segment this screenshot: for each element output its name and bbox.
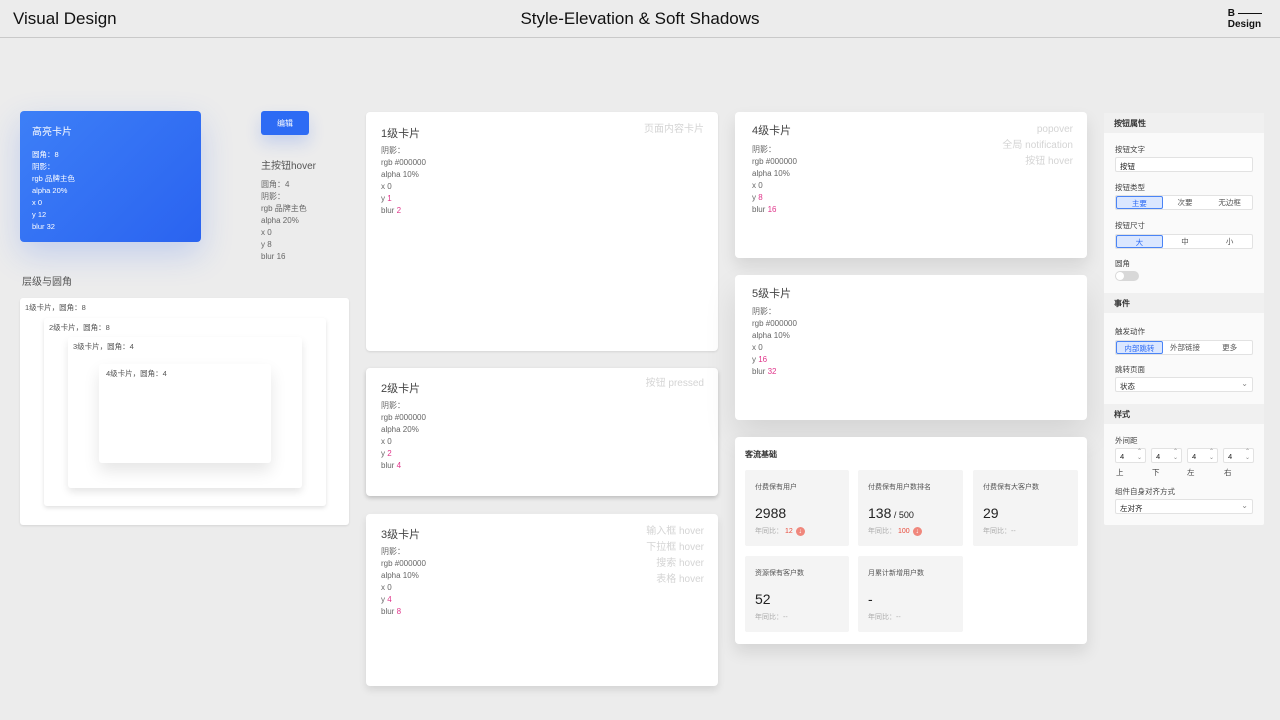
highlight-card[interactable]: 高亮卡片 圆角：8 阴影： rgb 品牌主色 alpha 20% x 0 y 1… [20, 111, 201, 242]
field-label: 外间距 [1115, 436, 1138, 445]
highlight-card-title: 高亮卡片 [32, 127, 72, 138]
card-usage-note: 按钮 pressed [645, 378, 704, 389]
arrow-down-icon: ↓ [795, 526, 805, 536]
trigger-option-more[interactable]: 更多 [1207, 341, 1252, 354]
margin-side-label: 下 [1152, 468, 1160, 477]
nesting-section-title: 层级与圆角 [22, 277, 72, 288]
jump-page-select[interactable]: 状态 ⌄ [1115, 377, 1253, 392]
stepper-arrows-icon: ⌃ ⌄ [1172, 449, 1178, 461]
field-label: 按钮文字 [1115, 145, 1145, 154]
radius-toggle[interactable] [1115, 271, 1139, 281]
section-header: 按钮属性 [1104, 113, 1264, 133]
edit-button[interactable]: 编辑 [261, 111, 309, 135]
brand-logo: B Design [1227, 8, 1262, 30]
margin-side-label: 左 [1187, 468, 1195, 477]
level-3-card: 3级卡片 阴影： rgb #000000 alpha 10% x 0 y 4 b… [366, 514, 718, 686]
section-header: 事件 [1104, 293, 1264, 313]
nest-level-4-card: 4级卡片，圆角：4 [99, 364, 271, 463]
margin-bottom-stepper[interactable]: 4 ⌃ ⌄ [1151, 448, 1182, 463]
highlight-card-spec: 圆角：8 阴影： rgb 品牌主色 alpha 20% x 0 y 12 blu… [32, 150, 75, 231]
field-label: 按钮类型 [1115, 183, 1145, 192]
chevron-down-icon: ⌄ [1241, 379, 1248, 388]
size-option-large[interactable]: 大 [1116, 235, 1163, 248]
trigger-option-internal[interactable]: 内部跳转 [1116, 341, 1163, 354]
field-label: 触发动作 [1115, 327, 1145, 336]
margin-side-label: 上 [1116, 468, 1124, 477]
margin-side-label: 右 [1224, 468, 1232, 477]
chevron-down-icon: ⌄ [1241, 501, 1248, 510]
primary-button-spec: 圆角：4 阴影： rgb 品牌主色 alpha 20% x 0 y 8 blur… [261, 180, 307, 261]
metric-tile[interactable]: 月累计新增用户数 - 年同比：-- [858, 556, 963, 632]
card-title: 1级卡片 [381, 128, 421, 140]
stepper-arrows-icon: ⌃ ⌄ [1136, 449, 1142, 461]
field-label: 按钮尺寸 [1115, 221, 1145, 230]
card-usage-note: popover 全局 notification 按钮 hover [1002, 124, 1073, 167]
page-title: Style-Elevation & Soft Shadows [520, 9, 760, 28]
card-usage-note: 输入框 hover 下拉框 hover 搜索 hover 表格 hover [646, 526, 704, 585]
arrow-down-icon: ↓ [912, 526, 922, 536]
metrics-card: 客流基础 付费保有用户 2988 年同比： 12 ↓ 付费保有用户数排名 138 /… [735, 437, 1087, 644]
field-label: 圆角 [1115, 259, 1130, 268]
card-shadow-spec: 阴影： rgb #000000 alpha 10% x 0 y 8 blur 1… [752, 145, 797, 214]
card-title: 2级卡片 [381, 383, 421, 395]
card-shadow-spec: 阴影： rgb #000000 alpha 10% x 0 y 1 blur 2 [381, 146, 426, 215]
stepper-arrows-icon: ⌃ ⌄ [1244, 449, 1250, 461]
level-2-card: 2级卡片 阴影： rgb #000000 alpha 20% x 0 y 2 b… [366, 368, 718, 496]
margin-left-stepper[interactable]: 4 ⌃ ⌄ [1187, 448, 1218, 463]
button-properties-panel: 按钮属性 按钮文字 按钮 按钮类型 主要 次要 无边框 按钮尺寸 大 中 小 圆… [1104, 113, 1264, 525]
metric-tile[interactable]: 付费保有大客户数 29 年同比：-- [973, 470, 1078, 546]
section-header: 样式 [1104, 404, 1264, 424]
field-label: 跳转页面 [1115, 365, 1145, 374]
level-1-card: 1级卡片 阴影： rgb #000000 alpha 10% x 0 y 1 b… [366, 112, 718, 351]
metric-tile[interactable]: 资源保有客户数 52 年同比：-- [745, 556, 849, 632]
card-shadow-spec: 阴影： rgb #000000 alpha 20% x 0 y 2 blur 4 [381, 401, 426, 470]
top-header: Visual Design Style-Elevation & Soft Sha… [0, 0, 1280, 38]
primary-button-hover-title: 主按钮hover [261, 161, 317, 172]
alignment-select[interactable]: 左对齐 ⌄ [1115, 499, 1253, 514]
card-title: 5级卡片 [752, 288, 792, 300]
button-type-segmented: 主要 次要 无边框 [1115, 195, 1253, 210]
metric-tile[interactable]: 付费保有用户 2988 年同比： 12 ↓ [745, 470, 849, 546]
type-option-borderless[interactable]: 无边框 [1207, 196, 1252, 209]
button-size-segmented: 大 中 小 [1115, 234, 1253, 249]
trigger-option-external[interactable]: 外部链接 [1163, 341, 1208, 354]
type-option-primary[interactable]: 主要 [1116, 196, 1163, 209]
field-label: 组件自身对齐方式 [1115, 487, 1175, 496]
size-option-small[interactable]: 小 [1207, 235, 1252, 248]
metrics-title: 客流基础 [745, 450, 777, 459]
type-option-secondary[interactable]: 次要 [1163, 196, 1208, 209]
margin-top-stepper[interactable]: 4 ⌃ ⌄ [1115, 448, 1146, 463]
trigger-action-segmented: 内部跳转 外部链接 更多 [1115, 340, 1253, 355]
button-text-input[interactable]: 按钮 [1115, 157, 1253, 172]
level-5-card: 5级卡片 阴影： rgb #000000 alpha 10% x 0 y 16 … [735, 275, 1087, 420]
level-4-card: 4级卡片 阴影： rgb #000000 alpha 10% x 0 y 8 b… [735, 112, 1087, 258]
card-shadow-spec: 阴影： rgb #000000 alpha 10% x 0 y 4 blur 8 [381, 547, 426, 616]
card-shadow-spec: 阴影： rgb #000000 alpha 10% x 0 y 16 blur … [752, 307, 797, 376]
stepper-arrows-icon: ⌃ ⌄ [1208, 449, 1214, 461]
card-title: 4级卡片 [752, 125, 792, 137]
card-usage-note: 页面内容卡片 [644, 124, 704, 135]
metric-tile[interactable]: 付费保有用户数排名 138 / 500 年同比： 100 ↓ [858, 470, 963, 546]
card-title: 3级卡片 [381, 529, 421, 541]
margin-right-stepper[interactable]: 4 ⌃ ⌄ [1223, 448, 1254, 463]
size-option-medium[interactable]: 中 [1163, 235, 1208, 248]
